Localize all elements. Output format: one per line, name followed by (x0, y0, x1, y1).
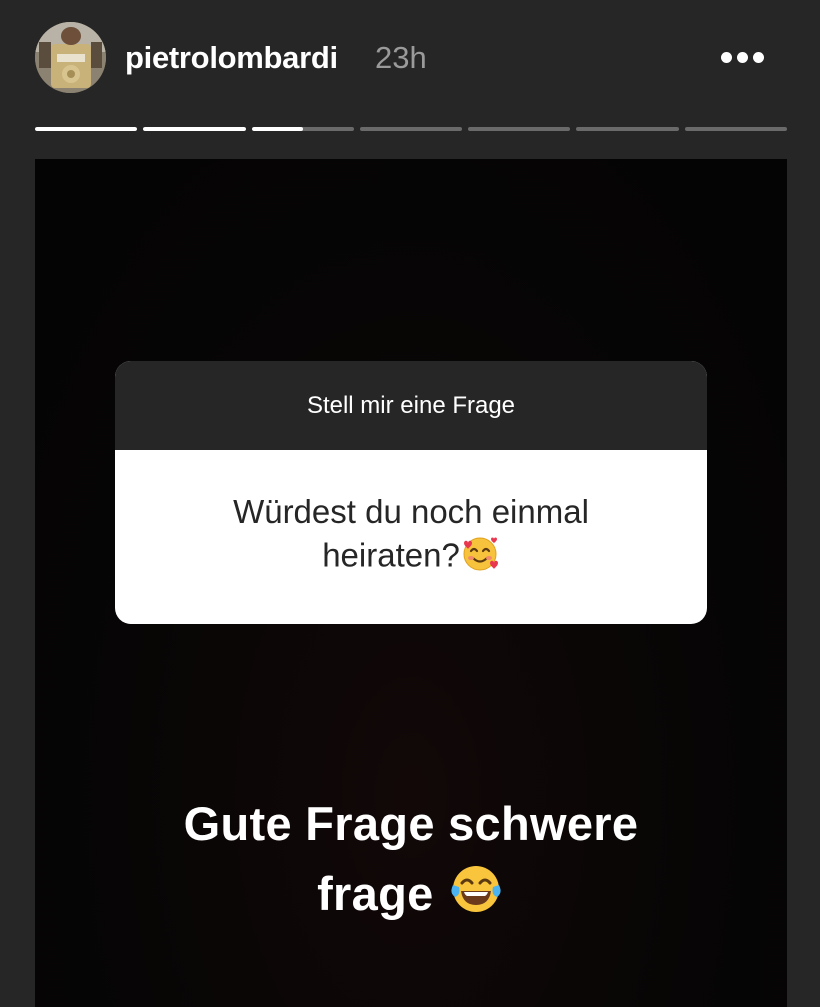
story-progress-segment (468, 127, 571, 131)
story-progress-segment (684, 127, 787, 131)
question-sticker: Stell mir eine Frage Würdest du noch ein… (115, 361, 707, 624)
smiling-face-with-hearts-icon (460, 533, 500, 583)
question-text: Würdest du noch einmal heiraten? (115, 450, 707, 624)
face-with-tears-of-joy-icon (447, 859, 505, 936)
story-progress-segment (35, 127, 138, 131)
story-progress-segment (251, 127, 354, 131)
story-progress-fill (143, 127, 246, 131)
story-progress-fill (35, 127, 138, 131)
caption-line-1: Gute Frage schwere (183, 797, 639, 850)
more-horizontal-icon-dot (752, 51, 764, 63)
avatar[interactable] (35, 22, 106, 93)
question-sticker-title: Stell mir eine Frage (115, 361, 707, 450)
story-progress-fill (251, 127, 303, 131)
story-header: pietrolombardi 23h (0, 0, 820, 115)
more-horizontal-icon (720, 51, 732, 63)
question-line-2: heiraten? (322, 536, 460, 574)
more-options-button[interactable] (712, 40, 772, 74)
story-viewer: pietrolombardi 23h Stell mir eine Frage … (0, 0, 820, 1007)
story-progress-segment (576, 127, 679, 131)
caption-line-2: frage (317, 867, 434, 920)
question-line-1: Würdest du noch einmal (233, 493, 589, 530)
username[interactable]: pietrolombardi (125, 38, 338, 78)
avatar-image (35, 22, 106, 93)
story-content[interactable]: Stell mir eine Frage Würdest du noch ein… (35, 159, 787, 1007)
story-progress-segment (143, 127, 246, 131)
story-progress-segment (359, 127, 463, 131)
post-time: 23h (375, 40, 427, 75)
story-caption: Gute Frage schwere frage (35, 789, 787, 936)
story-progress-bar (35, 127, 787, 132)
more-horizontal-icon-dot (736, 51, 748, 63)
